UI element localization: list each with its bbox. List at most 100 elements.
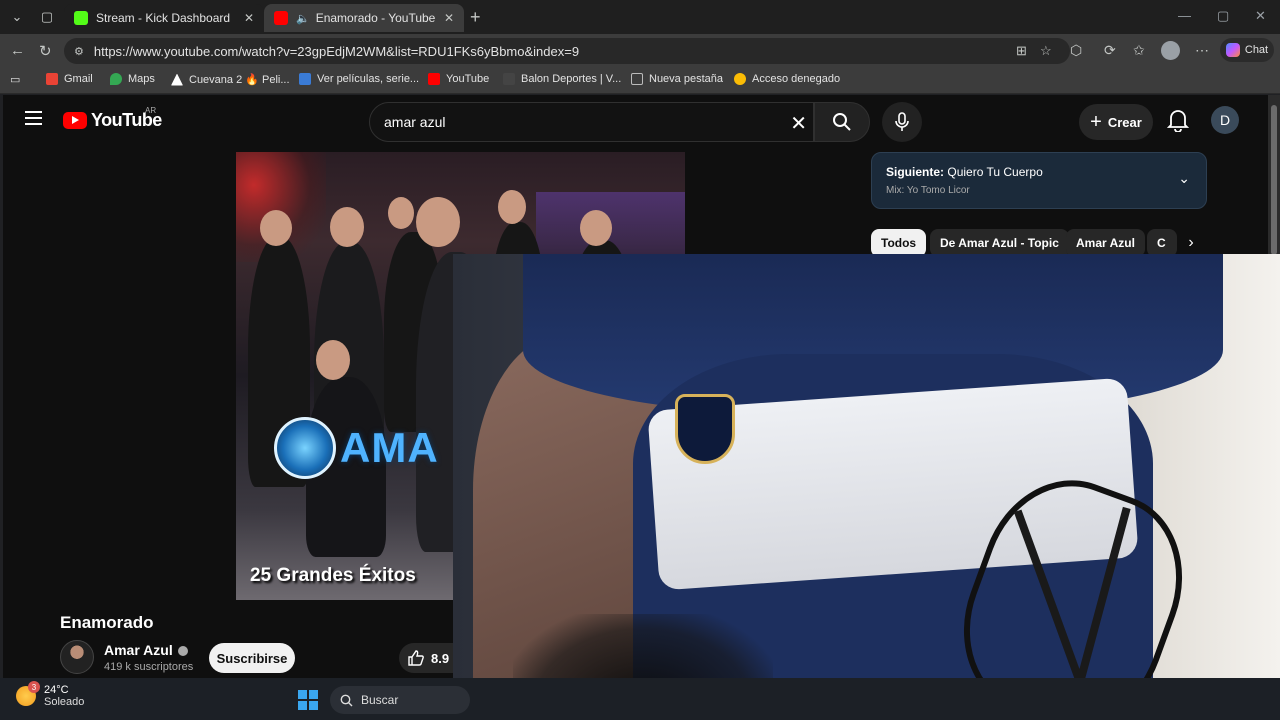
account-avatar[interactable]: D	[1211, 106, 1239, 134]
sun-icon: 3	[16, 681, 40, 706]
band-member-head	[260, 210, 292, 246]
bookmark-peliculas[interactable]: Ver películas, serie...	[299, 73, 419, 85]
bookmark-label: YouTube	[446, 73, 490, 85]
bookmarks-menu-icon[interactable]: ▭	[10, 73, 20, 86]
copilot-icon	[1225, 43, 1240, 57]
bookmark-label: Acceso denegado	[752, 73, 841, 85]
bookmark-label: Nueva pestaña	[649, 73, 723, 85]
band-member-head	[416, 197, 460, 247]
voice-search-button[interactable]	[882, 102, 922, 142]
bookmark-acceso-denegado[interactable]: Acceso denegado	[734, 73, 840, 85]
more-menu-icon[interactable]: ⋯	[1195, 42, 1209, 59]
close-tab-icon[interactable]: ✕	[444, 11, 454, 25]
youtube-favicon-icon	[274, 11, 288, 25]
create-label: Crear	[1107, 114, 1142, 130]
avatar-initial: D	[1219, 112, 1231, 128]
create-button[interactable]: + Crear	[1079, 104, 1153, 140]
channel-avatar[interactable]	[60, 640, 94, 674]
weather-text: 24°C Soleado	[44, 684, 84, 708]
scrollbar-thumb[interactable]	[1271, 105, 1277, 255]
chevron-down-icon[interactable]: ⌄	[1178, 170, 1190, 187]
speaker-icon[interactable]: 🔈	[296, 12, 310, 25]
tab-label: Enamorado - YouTube	[315, 11, 436, 25]
bookmark-nueva-pestana[interactable]: Nueva pestaña	[631, 73, 723, 85]
video-caption: 25 Grandes Éxitos	[250, 565, 416, 586]
search-input[interactable]: amar azul ✕	[369, 102, 814, 142]
next-prefix: Siguiente:	[886, 165, 945, 179]
site-info-icon[interactable]: ⚙	[74, 45, 84, 58]
taskbar-search[interactable]: Buscar	[330, 686, 470, 714]
chip-truncated[interactable]: C	[1147, 229, 1177, 257]
close-window-icon[interactable]: ✕	[1255, 8, 1266, 24]
extensions-icon[interactable]: ⬡	[1070, 42, 1082, 59]
video-title: Enamorado	[60, 613, 154, 632]
plus-icon: +	[1090, 110, 1102, 133]
favorites-icon[interactable]: ✩	[1133, 42, 1145, 59]
maps-pin-icon	[110, 73, 122, 85]
minimize-icon[interactable]: —	[1178, 8, 1191, 23]
app-icon[interactable]: ⊞	[1016, 38, 1027, 64]
browser-toolbar: ← ↻ ⚙ https://www.youtube.com/watch?v=23…	[0, 34, 1280, 68]
bookmark-maps[interactable]: Maps	[110, 73, 155, 85]
logo-swirl-icon	[274, 417, 336, 479]
notifications-bell-icon[interactable]	[1167, 108, 1189, 132]
browser-essentials-icon[interactable]: ⟳	[1104, 42, 1116, 59]
copilot-chat-button[interactable]: Chat	[1220, 38, 1274, 62]
chrome-icon	[734, 73, 746, 85]
band-member-head	[388, 197, 414, 229]
close-tab-icon[interactable]: ✕	[244, 11, 254, 25]
favorite-star-icon[interactable]: ☆	[1040, 38, 1052, 64]
bookmark-label: Ver películas, serie...	[317, 73, 420, 85]
search-value: amar azul	[384, 114, 446, 130]
youtube-logo[interactable]: YouTube AR	[63, 106, 162, 131]
chip-amar-azul[interactable]: Amar Azul	[1066, 229, 1145, 257]
weather-badge: 3	[28, 681, 40, 693]
subscriber-count: 419 k suscriptores	[104, 661, 194, 673]
thumbs-up-icon	[408, 650, 424, 666]
webcam-overlay	[453, 254, 1280, 720]
next-title: Quiero Tu Cuerpo	[947, 165, 1043, 179]
bookmark-balon-deportes[interactable]: Balon Deportes | V...	[503, 73, 621, 85]
tab-kick-dashboard[interactable]: Stream - Kick Dashboard ✕	[64, 4, 264, 32]
club-crest	[675, 394, 735, 464]
chevron-right-icon[interactable]: ›	[1177, 229, 1205, 257]
weather-condition: Soleado	[44, 696, 85, 708]
clear-search-icon[interactable]: ✕	[790, 111, 807, 136]
playlist-next-card[interactable]: Siguiente: Quiero Tu Cuerpo Mix: Yo Tomo…	[871, 152, 1207, 209]
country-code: AR	[145, 106, 157, 115]
windows-taskbar: 3 24°C Soleado Buscar	[0, 678, 1280, 720]
microphone-icon	[895, 112, 909, 131]
new-tab-page-icon	[631, 73, 643, 85]
next-up-line: Siguiente: Quiero Tu Cuerpo	[886, 165, 1043, 179]
verified-badge-icon	[177, 646, 188, 657]
bookmark-youtube[interactable]: YouTube	[428, 73, 489, 85]
new-tab-icon[interactable]: +	[470, 7, 481, 28]
maximize-icon[interactable]: ▢	[1217, 8, 1229, 24]
profile-avatar[interactable]	[1161, 41, 1180, 60]
subscribe-button[interactable]: Suscribirse	[209, 643, 295, 673]
back-icon[interactable]: ←	[10, 42, 25, 59]
chip-todos[interactable]: Todos	[871, 229, 927, 257]
bookmark-label: Balon Deportes | V...	[521, 73, 622, 85]
windows-start-icon[interactable]	[298, 690, 318, 710]
search-icon	[340, 694, 353, 706]
kick-favicon-icon	[74, 11, 88, 25]
bookmark-gmail[interactable]: Gmail	[46, 73, 93, 85]
youtube-icon	[428, 73, 440, 85]
taskbar-search-label: Buscar	[361, 693, 399, 707]
weather-widget[interactable]: 3 24°C Soleado	[16, 681, 84, 708]
workspaces-icon[interactable]: ▢	[36, 6, 58, 28]
like-button[interactable]: 8.9	[399, 643, 455, 673]
chip-de-amar-azul-topic[interactable]: De Amar Azul - Topic	[930, 229, 1069, 257]
tab-list-chevron-icon[interactable]: ⌄	[6, 6, 28, 28]
refresh-icon[interactable]: ↻	[39, 42, 52, 60]
address-bar[interactable]: ⚙ https://www.youtube.com/watch?v=23gpEd…	[64, 38, 1070, 64]
tab-youtube[interactable]: 🔈 Enamorado - YouTube ✕	[264, 4, 464, 32]
tab-label: Stream - Kick Dashboard	[96, 11, 231, 25]
bookmark-cuevana[interactable]: Cuevana 2 🔥 Peli...	[171, 73, 290, 86]
browser-tab-bar: ⌄ ▢ Stream - Kick Dashboard ✕ 🔈 Enamorad…	[0, 0, 1280, 34]
search-button[interactable]	[814, 102, 870, 142]
menu-icon[interactable]	[25, 111, 42, 125]
channel-name-link[interactable]: Amar Azul	[104, 642, 188, 658]
movies-site-icon	[299, 73, 311, 85]
